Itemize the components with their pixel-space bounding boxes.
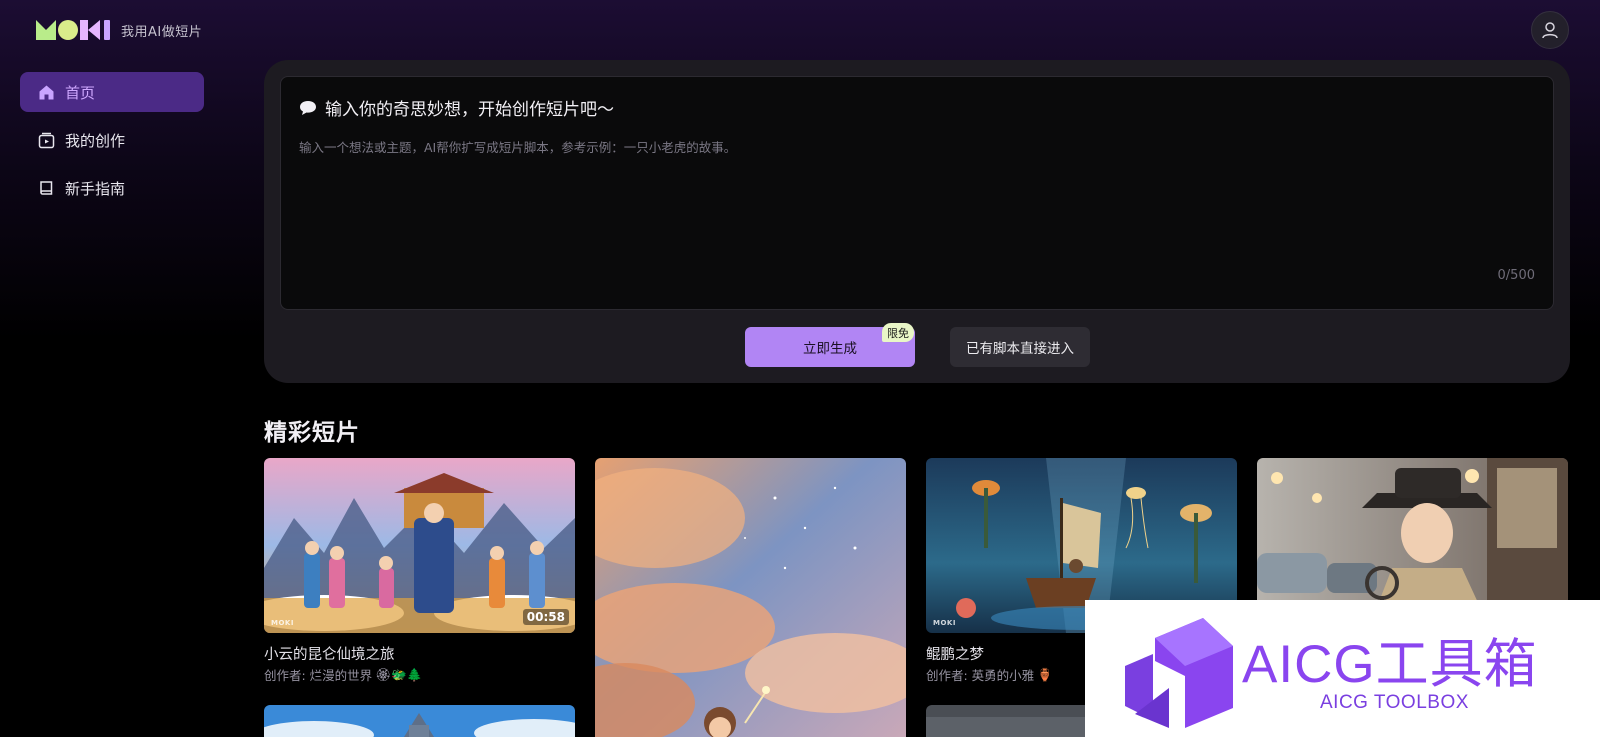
aicg-subtitle: AICG TOOLBOX	[1320, 692, 1469, 713]
char-count: 0/500	[1497, 268, 1535, 283]
aicg-toolbox-watermark: AICG工具箱 AICG TOOLBOX	[1085, 600, 1600, 737]
sidebar: 首页 我的创作 新手指南	[20, 72, 204, 216]
logo-slogan: 我用AI做短片	[121, 25, 203, 40]
sidebar-item-home[interactable]: 首页	[20, 72, 204, 112]
video-thumbnail[interactable]	[264, 705, 575, 737]
video-thumbnail[interactable]	[926, 705, 1086, 737]
prompt-input-area[interactable]: 输入你的奇思妙想，开始创作短片吧～ 输入一个想法或主题，AI帮你扩写成短片脚本，…	[280, 76, 1554, 310]
video-title[interactable]: 鲲鹏之梦	[926, 643, 984, 664]
sidebar-item-guide[interactable]: 新手指南	[20, 168, 204, 208]
chat-bubble-icon	[300, 100, 316, 115]
prompt-title: 输入你的奇思妙想，开始创作短片吧～	[299, 95, 614, 120]
existing-script-button[interactable]: 已有脚本直接进入	[950, 327, 1090, 367]
watermark-logo: MOKI	[933, 619, 956, 627]
logo-letter-m	[36, 20, 56, 40]
sidebar-item-label: 新手指南	[65, 179, 126, 198]
author-emoji: 🏵🐲🌲	[375, 666, 423, 682]
free-badge: 限免	[882, 323, 914, 342]
prompt-title-text: 输入你的奇思妙想，开始创作短片吧～	[325, 100, 614, 120]
author-name: 创作者: 英勇的小雅	[926, 668, 1035, 683]
author-emoji: 🏺	[1037, 666, 1053, 682]
thumbnail-kunlun-image	[264, 458, 575, 633]
sidebar-item-my-creations[interactable]: 我的创作	[20, 120, 204, 160]
moki-logo[interactable]	[36, 19, 110, 41]
aicg-logo-icon	[1125, 618, 1233, 728]
gallery-title: 精彩短片	[264, 420, 360, 446]
video-duration: 00:58	[522, 609, 569, 625]
video-title[interactable]: 小云的昆仑仙境之旅	[264, 643, 395, 664]
author-name: 创作者: 烂漫的世界	[264, 668, 373, 683]
home-icon	[37, 83, 55, 101]
watermark-logo: MOKI	[271, 619, 294, 627]
prompt-placeholder: 输入一个想法或主题，AI帮你扩写成短片脚本，参考示例：一只小老虎的故事。	[299, 140, 737, 155]
video-author[interactable]: 创作者: 烂漫的世界 🏵🐲🌲	[264, 665, 422, 684]
logo-letter-o	[58, 20, 78, 40]
logo-letter-k	[80, 20, 100, 40]
user-icon	[1542, 22, 1558, 39]
sidebar-item-label: 我的创作	[65, 131, 126, 150]
video-thumbnail[interactable]	[595, 458, 906, 737]
aicg-title: AICG工具箱	[1242, 635, 1538, 694]
prompt-panel: 输入你的奇思妙想，开始创作短片吧～ 输入一个想法或主题，AI帮你扩写成短片脚本，…	[264, 60, 1570, 383]
sidebar-item-label: 首页	[65, 83, 96, 102]
video-thumbnail[interactable]: MOKI 00:58	[264, 458, 575, 633]
user-avatar-button[interactable]	[1531, 11, 1569, 49]
thumbnail-sky-girl-image	[595, 458, 906, 737]
header: 我用AI做短片	[0, 0, 1600, 60]
thumbnail-grey-image	[926, 705, 1086, 737]
thumbnail-sky-robot-image	[264, 705, 575, 737]
book-icon	[37, 179, 55, 197]
creation-icon	[37, 131, 55, 149]
video-author[interactable]: 创作者: 英勇的小雅 🏺	[926, 665, 1053, 684]
logo-letter-i	[104, 20, 110, 40]
